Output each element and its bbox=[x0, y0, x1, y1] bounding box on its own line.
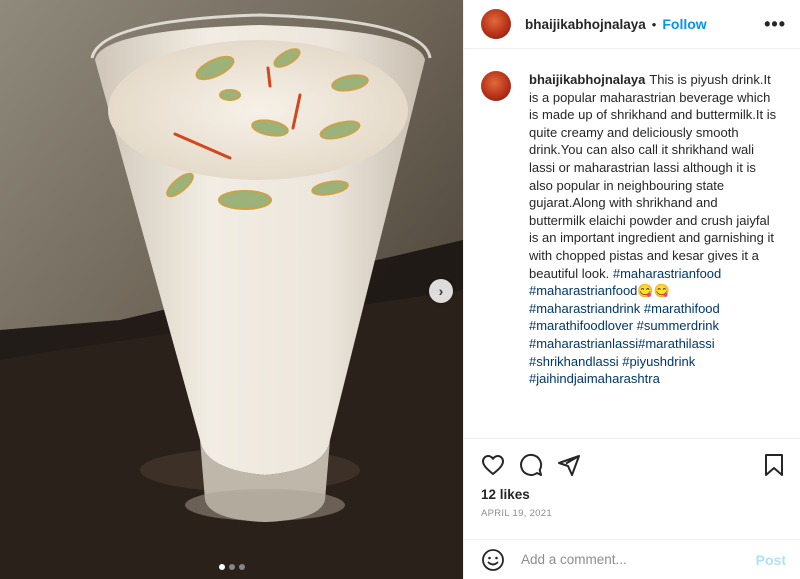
post-sidebar: bhaijikabhojnalaya • Follow ••• bhaijika… bbox=[463, 0, 800, 579]
caption-username[interactable]: bhaijikabhojnalaya bbox=[529, 72, 645, 87]
post-actions-section: 12 likes APRIL 19, 2021 bbox=[464, 438, 800, 540]
instagram-post: › bhaijikabhojnalaya • Follow ••• bhaiji… bbox=[0, 0, 800, 579]
lassi-glass-photo bbox=[0, 0, 463, 579]
post-header: bhaijikabhojnalaya • Follow ••• bbox=[464, 0, 800, 49]
share-icon[interactable] bbox=[557, 453, 581, 477]
more-options-icon[interactable]: ••• bbox=[764, 14, 786, 35]
caption-avatar[interactable] bbox=[481, 71, 511, 101]
likes-count[interactable]: 12 likes bbox=[481, 487, 786, 502]
comment-icon[interactable] bbox=[519, 453, 543, 477]
header-separator: • bbox=[651, 16, 657, 32]
carousel-dot-2 bbox=[228, 564, 235, 570]
next-slide-button[interactable]: › bbox=[429, 279, 453, 303]
post-comment-button[interactable]: Post bbox=[756, 552, 786, 568]
avatar[interactable] bbox=[481, 9, 511, 39]
header-username[interactable]: bhaijikabhojnalaya bbox=[525, 17, 646, 32]
caption-text: bhaijikabhojnalaya This is piyush drink.I… bbox=[529, 71, 777, 438]
carousel-dot-3 bbox=[238, 564, 245, 570]
follow-button[interactable]: Follow bbox=[662, 16, 706, 32]
heart-icon[interactable] bbox=[481, 453, 505, 477]
comment-bar: Post bbox=[464, 539, 800, 579]
save-icon[interactable] bbox=[762, 453, 786, 477]
caption-fade bbox=[464, 426, 800, 438]
caption-hashtags[interactable]: #maharastrianfood #maharastrianfood😋😋 #m… bbox=[529, 266, 721, 387]
post-image[interactable]: › bbox=[0, 0, 463, 579]
action-bar bbox=[481, 451, 786, 479]
caption-area: bhaijikabhojnalaya This is piyush drink.I… bbox=[464, 49, 800, 438]
caption-body: This is piyush drink.It is a popular mah… bbox=[529, 72, 777, 281]
emoji-icon[interactable] bbox=[481, 548, 505, 572]
comment-input[interactable] bbox=[519, 551, 756, 568]
carousel-indicator bbox=[0, 564, 463, 570]
carousel-dot-1 bbox=[218, 564, 225, 570]
post-date[interactable]: APRIL 19, 2021 bbox=[481, 508, 786, 519]
